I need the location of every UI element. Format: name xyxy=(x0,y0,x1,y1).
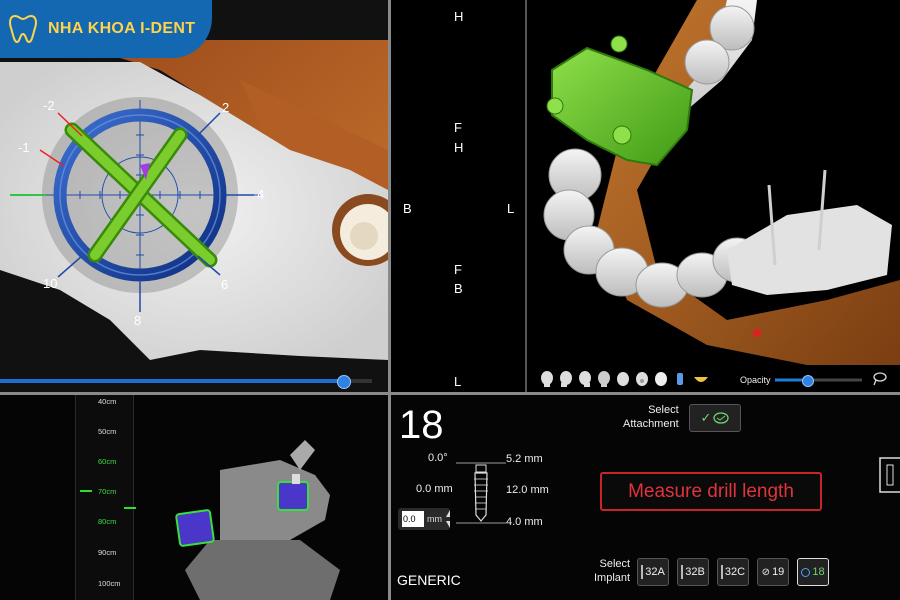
view-toolbar xyxy=(540,371,710,387)
ruler-tick-100: 100cm xyxy=(98,579,121,588)
ruler-strip xyxy=(75,395,134,600)
ruler-marker-left xyxy=(80,490,92,492)
implant-option-label: 32A xyxy=(645,566,665,578)
angle-value: 0.0° xyxy=(428,452,448,464)
implant-icon[interactable] xyxy=(673,371,687,387)
attachment-icon xyxy=(713,412,730,424)
slice-view-panel[interactable]: -2 -1 2 4 6 8 10 NHA KHOA I-DENT xyxy=(0,0,388,392)
tooth-logo-icon xyxy=(9,14,37,44)
orient-f-lower: F xyxy=(454,262,462,277)
depth-ruler-panel[interactable]: 40cm 50cm 60cm 70cm 80cm 90cm 100cm xyxy=(0,395,388,600)
implant-option-label: 19 xyxy=(772,566,785,578)
top-width-value: 5.2 mm xyxy=(506,453,543,465)
implant-option-label: 32B xyxy=(685,566,705,578)
implant-option-label: 32C xyxy=(724,566,746,578)
select-attachment-label: Select Attachment xyxy=(623,404,679,430)
stepper-arrows-icon[interactable] xyxy=(445,509,450,529)
ring-label-neg2: -2 xyxy=(43,98,55,113)
orient-b-left: B xyxy=(403,201,412,216)
opacity-slider-handle[interactable] xyxy=(802,375,814,387)
3d-view-panel[interactable]: Opacity xyxy=(527,0,900,392)
section-image xyxy=(175,440,340,600)
offset-stepper[interactable]: mm xyxy=(398,508,450,530)
implant-panel: 18 0.0° 0.0 mm 5.2 mm 12.0 mm 4.0 mm mm … xyxy=(391,395,900,600)
tooth-number: 18 xyxy=(399,403,444,447)
select-implant-label: Select Implant xyxy=(594,558,631,584)
orient-b-lower: B xyxy=(454,281,463,296)
implant-bar-icon xyxy=(681,565,684,579)
circle-slash-icon: ⊘ xyxy=(761,566,771,578)
orient-l-right: L xyxy=(507,201,515,216)
head-top-icon[interactable] xyxy=(616,371,630,387)
head-bottom-icon[interactable] xyxy=(635,371,649,387)
measure-drill-length-button[interactable]: Measure drill length xyxy=(600,472,822,511)
head-iso-icon[interactable] xyxy=(654,371,668,387)
brand-banner: NHA KHOA I-DENT xyxy=(0,0,212,58)
orient-h-top: H xyxy=(454,9,464,24)
orient-f-upper: F xyxy=(454,120,462,135)
ring-label-10: 10 xyxy=(43,276,58,291)
head-back-icon[interactable] xyxy=(597,371,611,387)
implant-option-32c[interactable]: 32C xyxy=(717,558,749,586)
attachment-button[interactable]: ✓ xyxy=(689,404,741,432)
length-value: 12.0 mm xyxy=(506,484,549,496)
generic-label: GENERIC xyxy=(397,572,461,588)
ruler-tick-70: 70cm xyxy=(98,487,117,496)
ring-label-2: 2 xyxy=(222,100,230,115)
vertical-divider[interactable] xyxy=(388,0,391,600)
lasso-icon[interactable] xyxy=(872,371,888,387)
ring-label-neg1: -1 xyxy=(18,140,30,155)
implant-bar-icon xyxy=(720,565,723,579)
implant-option-19[interactable]: ⊘ 19 xyxy=(757,558,789,586)
orientation-panel: H F H B L F B L xyxy=(391,0,525,392)
head-right-icon[interactable] xyxy=(578,371,592,387)
implant-option-18[interactable]: 18 xyxy=(797,558,829,586)
smile-icon[interactable] xyxy=(692,371,710,387)
implant-diagram-icon xyxy=(456,462,506,524)
offset-input[interactable] xyxy=(402,511,424,527)
top-divider xyxy=(525,0,527,392)
opacity-label: Opacity xyxy=(740,375,771,385)
3d-model-image xyxy=(543,0,900,382)
side-panel-toggle-icon[interactable] xyxy=(879,457,900,493)
ring-label-8: 8 xyxy=(134,313,142,328)
slice-slider-handle[interactable] xyxy=(337,375,351,389)
ruler-tick-60: 60cm xyxy=(98,457,117,466)
ruler-tick-40: 40cm xyxy=(98,397,117,406)
check-icon: ✓ xyxy=(700,410,712,425)
brand-name: NHA KHOA I-DENT xyxy=(48,20,196,37)
offset-value: 0.0 mm xyxy=(416,483,453,495)
bottom-width-value: 4.0 mm xyxy=(506,516,543,528)
ruler-tick-50: 50cm xyxy=(98,427,117,436)
implant-option-label: 18 xyxy=(812,566,825,578)
selected-dot-icon xyxy=(801,567,811,577)
horizontal-divider[interactable] xyxy=(0,392,900,395)
implant-option-32b[interactable]: 32B xyxy=(677,558,709,586)
head-front-icon[interactable] xyxy=(540,371,554,387)
ruler-tick-80: 80cm xyxy=(98,517,117,526)
orient-h-upper: H xyxy=(454,140,464,155)
ruler-marker-right xyxy=(124,507,136,509)
offset-unit: mm xyxy=(427,514,442,524)
ring-label-6: 6 xyxy=(221,277,229,292)
slice-image xyxy=(0,40,388,383)
ring-label-4: 4 xyxy=(257,187,265,202)
implant-option-32a[interactable]: 32A xyxy=(637,558,669,586)
ruler-tick-90: 90cm xyxy=(98,548,117,557)
head-left-icon[interactable] xyxy=(559,371,573,387)
orient-l-bottom: L xyxy=(454,374,462,389)
implant-bar-icon xyxy=(641,565,644,579)
